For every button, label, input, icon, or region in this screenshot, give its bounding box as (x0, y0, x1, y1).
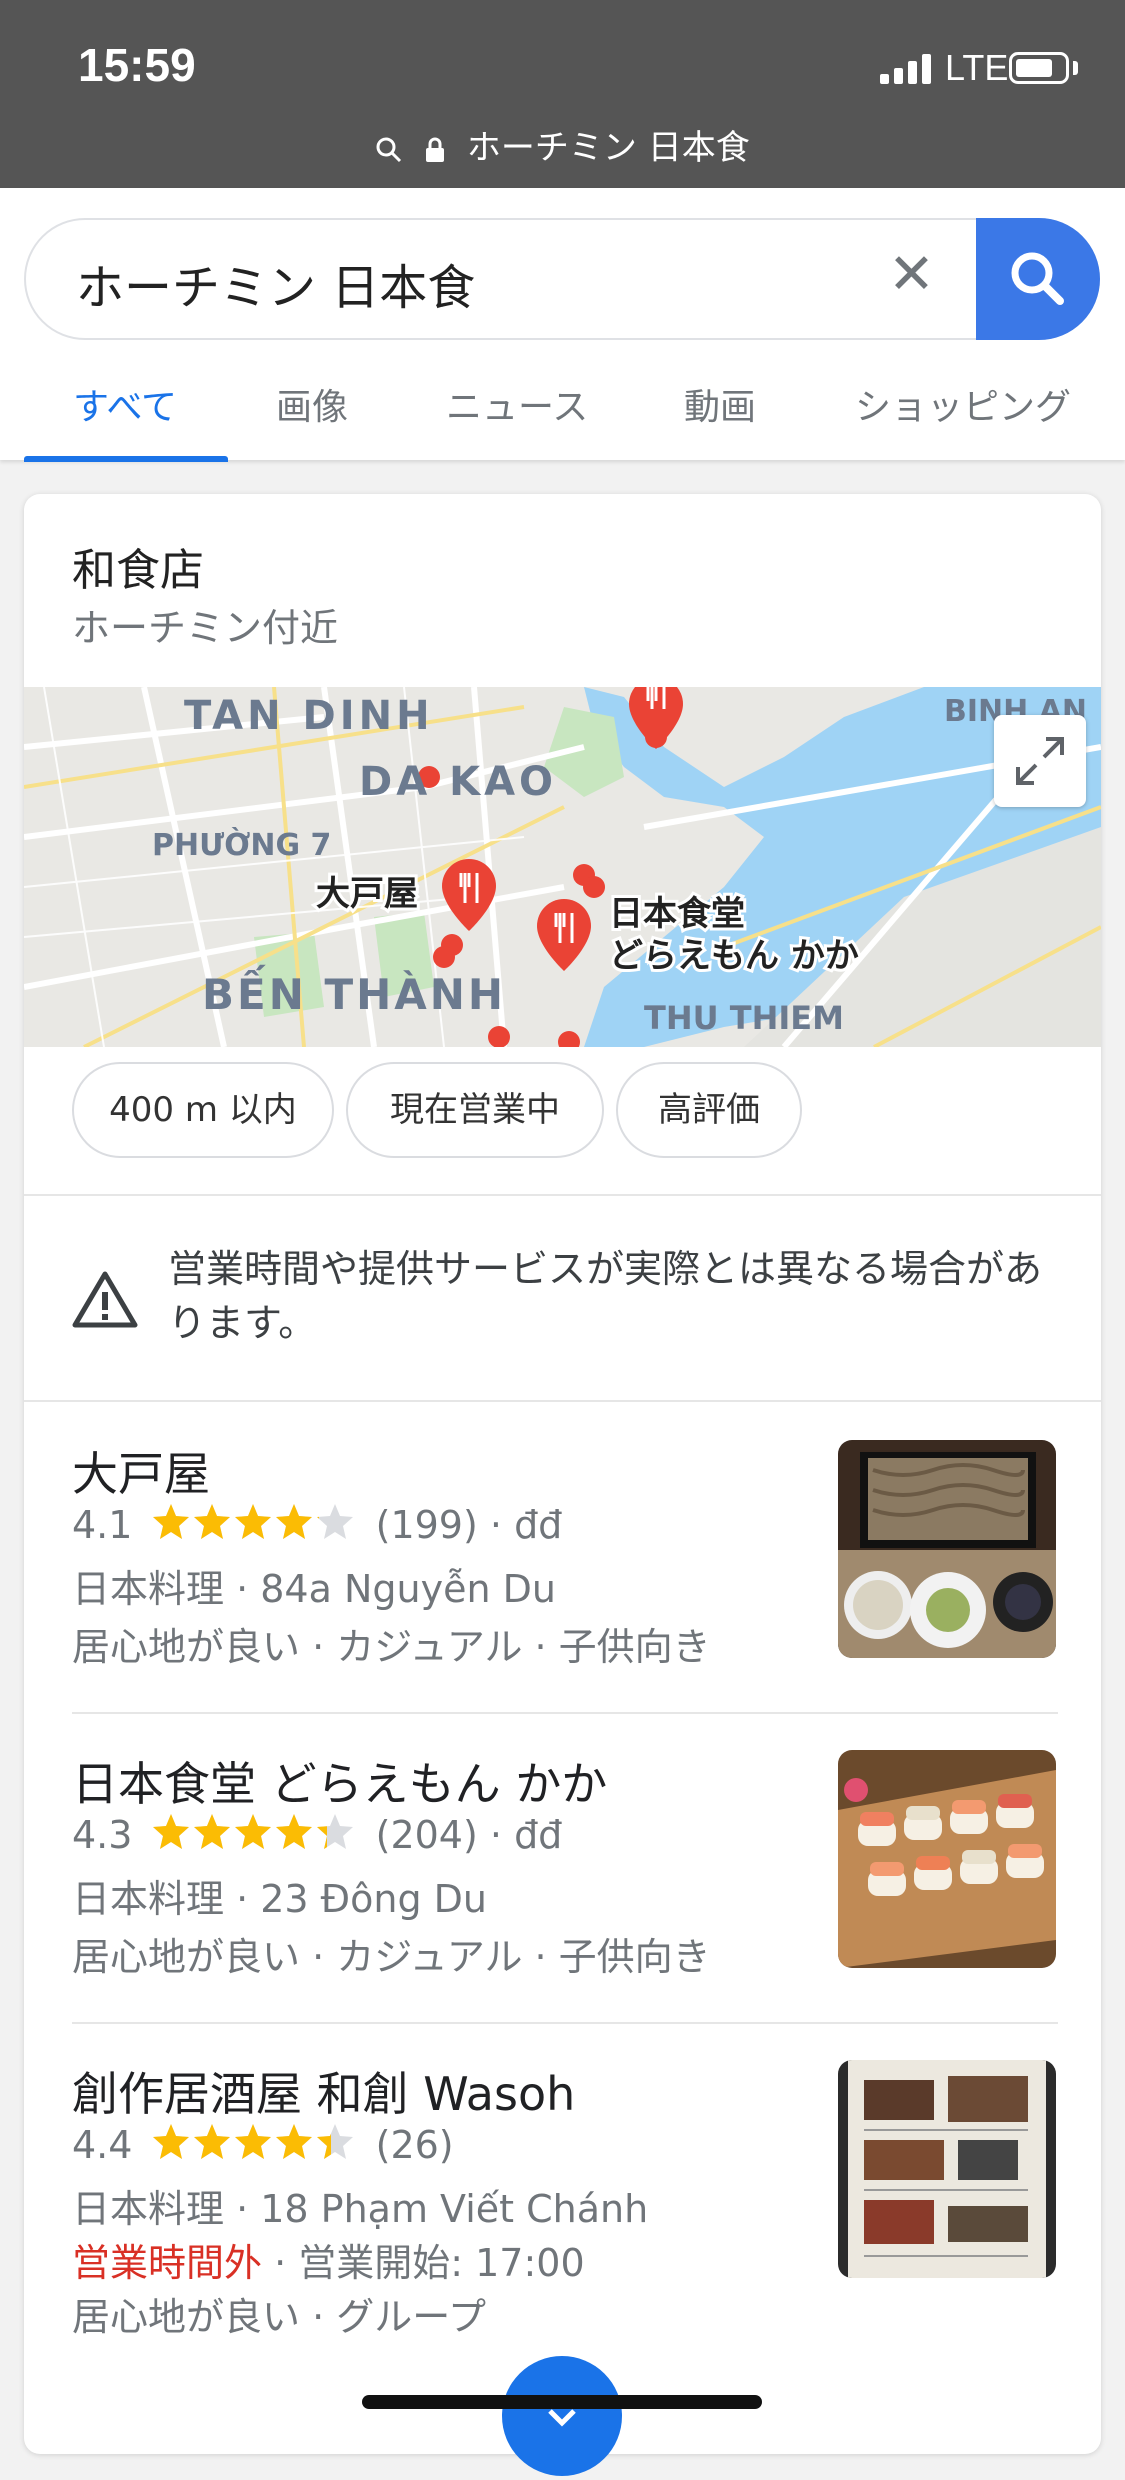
listing-name[interactable]: 創作居酒屋 和創 Wasoh (72, 2058, 575, 2124)
expand-icon (1016, 737, 1064, 785)
map-label-da-kao: DA KAO (359, 759, 557, 805)
status-time: 15:59 (78, 39, 196, 91)
star-icon (234, 2124, 271, 2159)
star-icon (193, 2124, 230, 2159)
listing-rating: 4.3 (72, 1813, 133, 1857)
listing-reviews: (199) (375, 1503, 478, 1547)
map-label-thu-thiem: THU THIEM (644, 999, 844, 1037)
search-button[interactable] (976, 218, 1100, 340)
listing-open-time: · 営業開始: 17:00 (262, 2241, 585, 2285)
listing-category-address: 日本料理 · 18 Phạm Viết Chánh (72, 2187, 649, 2231)
url-text: ホーチミン 日本食 (466, 128, 750, 168)
info-warning: 営業時間や提供サービスが実際とは異なる場合があります。 (24, 1194, 1101, 1394)
card-title: 和食店 (72, 545, 204, 596)
tab-videos[interactable]: 動画 (684, 378, 756, 430)
warning-text: 営業時間や提供サービスが実際とは異なる場合があります。 (168, 1247, 1043, 1345)
listing-item[interactable]: 日本食堂 どらえもん かか 4.3 (204) · đđ 日本料理 · 23 Đ… (24, 1712, 1101, 2024)
tab-all[interactable]: すべて (73, 378, 177, 430)
status-bar: 15:59 LTE ホーチミン 日本食 (0, 0, 1125, 188)
search-icon (376, 137, 402, 163)
chip-open-now[interactable]: 現在営業中 (346, 1062, 604, 1158)
listing-attributes: 居心地が良い · カジュアル · 子供向き (72, 1935, 711, 1979)
map-pin-label-doraemon-2: どらえもん かか (609, 936, 859, 976)
card-subtitle: ホーチミン付近 (72, 606, 339, 650)
chevron-down-icon (548, 2409, 576, 2427)
star-icon (152, 1504, 189, 1539)
local-results-card: 和食店 ホーチミン付近 TAN DINH DA KAO PHƯỜNG 7 BẾN… (24, 494, 1101, 2454)
network-label: LTE (945, 47, 1009, 88)
listing-rating: 4.4 (72, 2123, 133, 2167)
listing-name[interactable]: 日本食堂 どらえもん かか (72, 1748, 607, 1814)
star-icon (275, 2124, 312, 2159)
map-pin-label-ootoya: 大戸屋 (316, 874, 418, 914)
listing-rating-row: 4.3 (204) · đđ (72, 1812, 562, 1857)
map-canvas: TAN DINH DA KAO PHƯỜNG 7 BẾN THÀNH THU T… (24, 687, 1101, 1047)
chip-top-rated[interactable]: 高評価 (616, 1062, 802, 1158)
star-icon (316, 1504, 353, 1539)
star-icon (193, 1814, 230, 1849)
listing-photo[interactable] (838, 1750, 1056, 1968)
search-query[interactable]: ホーチミン 日本食 (76, 248, 475, 318)
star-icon (152, 2124, 189, 2159)
listing-photo[interactable] (838, 1440, 1056, 1658)
map-label-phuong7: PHƯỜNG 7 (152, 826, 331, 863)
tab-images[interactable]: 画像 (276, 378, 348, 430)
tab-shopping[interactable]: ショッピング (855, 378, 1071, 430)
listing-rating-row: 4.4 (26) (72, 2122, 454, 2167)
active-tab-indicator (24, 456, 228, 462)
tab-news[interactable]: ニュース (446, 378, 588, 430)
listing-attributes: 居心地が良い · グループ (72, 2295, 486, 2339)
listing-closed-status: 営業時間外 (72, 2241, 263, 2285)
battery-icon (1009, 52, 1069, 84)
battery-cap (1073, 61, 1078, 75)
more-results-button[interactable] (502, 2356, 622, 2476)
search-icon (1011, 252, 1064, 305)
star-icon (275, 1814, 312, 1849)
signal-icon (880, 52, 934, 84)
expand-map-button[interactable] (994, 715, 1086, 807)
listing-item[interactable]: 大戸屋 4.1 (199) · đđ 日本料理 · 84a Nguyễn Du … (24, 1402, 1101, 1714)
lock-icon (426, 137, 445, 162)
map-pin-label-doraemon-1: 日本食堂 (609, 894, 745, 934)
chip-within-400m[interactable]: 400 m 以内 (72, 1062, 334, 1158)
star-rating-icon (152, 1504, 353, 1539)
star-rating-icon (152, 1814, 353, 1849)
filter-chips: 400 m 以内 現在営業中 高評価 (24, 1062, 1101, 1192)
star-icon (234, 1814, 271, 1849)
map-label-tan-dinh: TAN DINH (184, 693, 434, 739)
listing-reviews: (204) (375, 1813, 478, 1857)
star-icon (193, 1504, 230, 1539)
star-icon (152, 1814, 189, 1849)
home-indicator (362, 2395, 762, 2409)
search-input[interactable]: ホーチミン 日本食 ✕ (24, 218, 1100, 340)
star-rating-icon (152, 2124, 353, 2159)
search-header: ホーチミン 日本食 ✕ すべて 画像 ニュース 動画 ショッピング (0, 188, 1125, 460)
url-bar[interactable]: ホーチミン 日本食 (0, 120, 1125, 169)
listing-hours: 営業時間外 · 営業開始: 17:00 (72, 2232, 585, 2287)
listing-rating-row: 4.1 (199) · đđ (72, 1502, 562, 1547)
listing-category-address: 日本料理 · 84a Nguyễn Du (72, 1567, 556, 1611)
warning-icon (72, 1271, 138, 1328)
listing-price: · đđ (489, 1503, 563, 1547)
listing-category-address: 日本料理 · 23 Đông Du (72, 1877, 487, 1921)
star-icon (234, 1504, 271, 1539)
star-icon (316, 1814, 353, 1849)
search-tabs: すべて 画像 ニュース 動画 ショッピング (0, 378, 1125, 460)
listing-name[interactable]: 大戸屋 (72, 1438, 210, 1504)
listing-attributes: 居心地が良い · カジュアル · 子供向き (72, 1625, 711, 1669)
listing-rating: 4.1 (72, 1503, 133, 1547)
star-icon (275, 1504, 312, 1539)
map[interactable]: TAN DINH DA KAO PHƯỜNG 7 BẾN THÀNH THU T… (24, 687, 1101, 1047)
star-icon (316, 2124, 353, 2159)
listing-price: · đđ (489, 1813, 563, 1857)
listing-reviews: (26) (375, 2123, 454, 2167)
map-label-ben-thanh: BẾN THÀNH (202, 964, 506, 1019)
clear-icon[interactable]: ✕ (888, 242, 935, 307)
listing-photo[interactable] (838, 2060, 1056, 2278)
